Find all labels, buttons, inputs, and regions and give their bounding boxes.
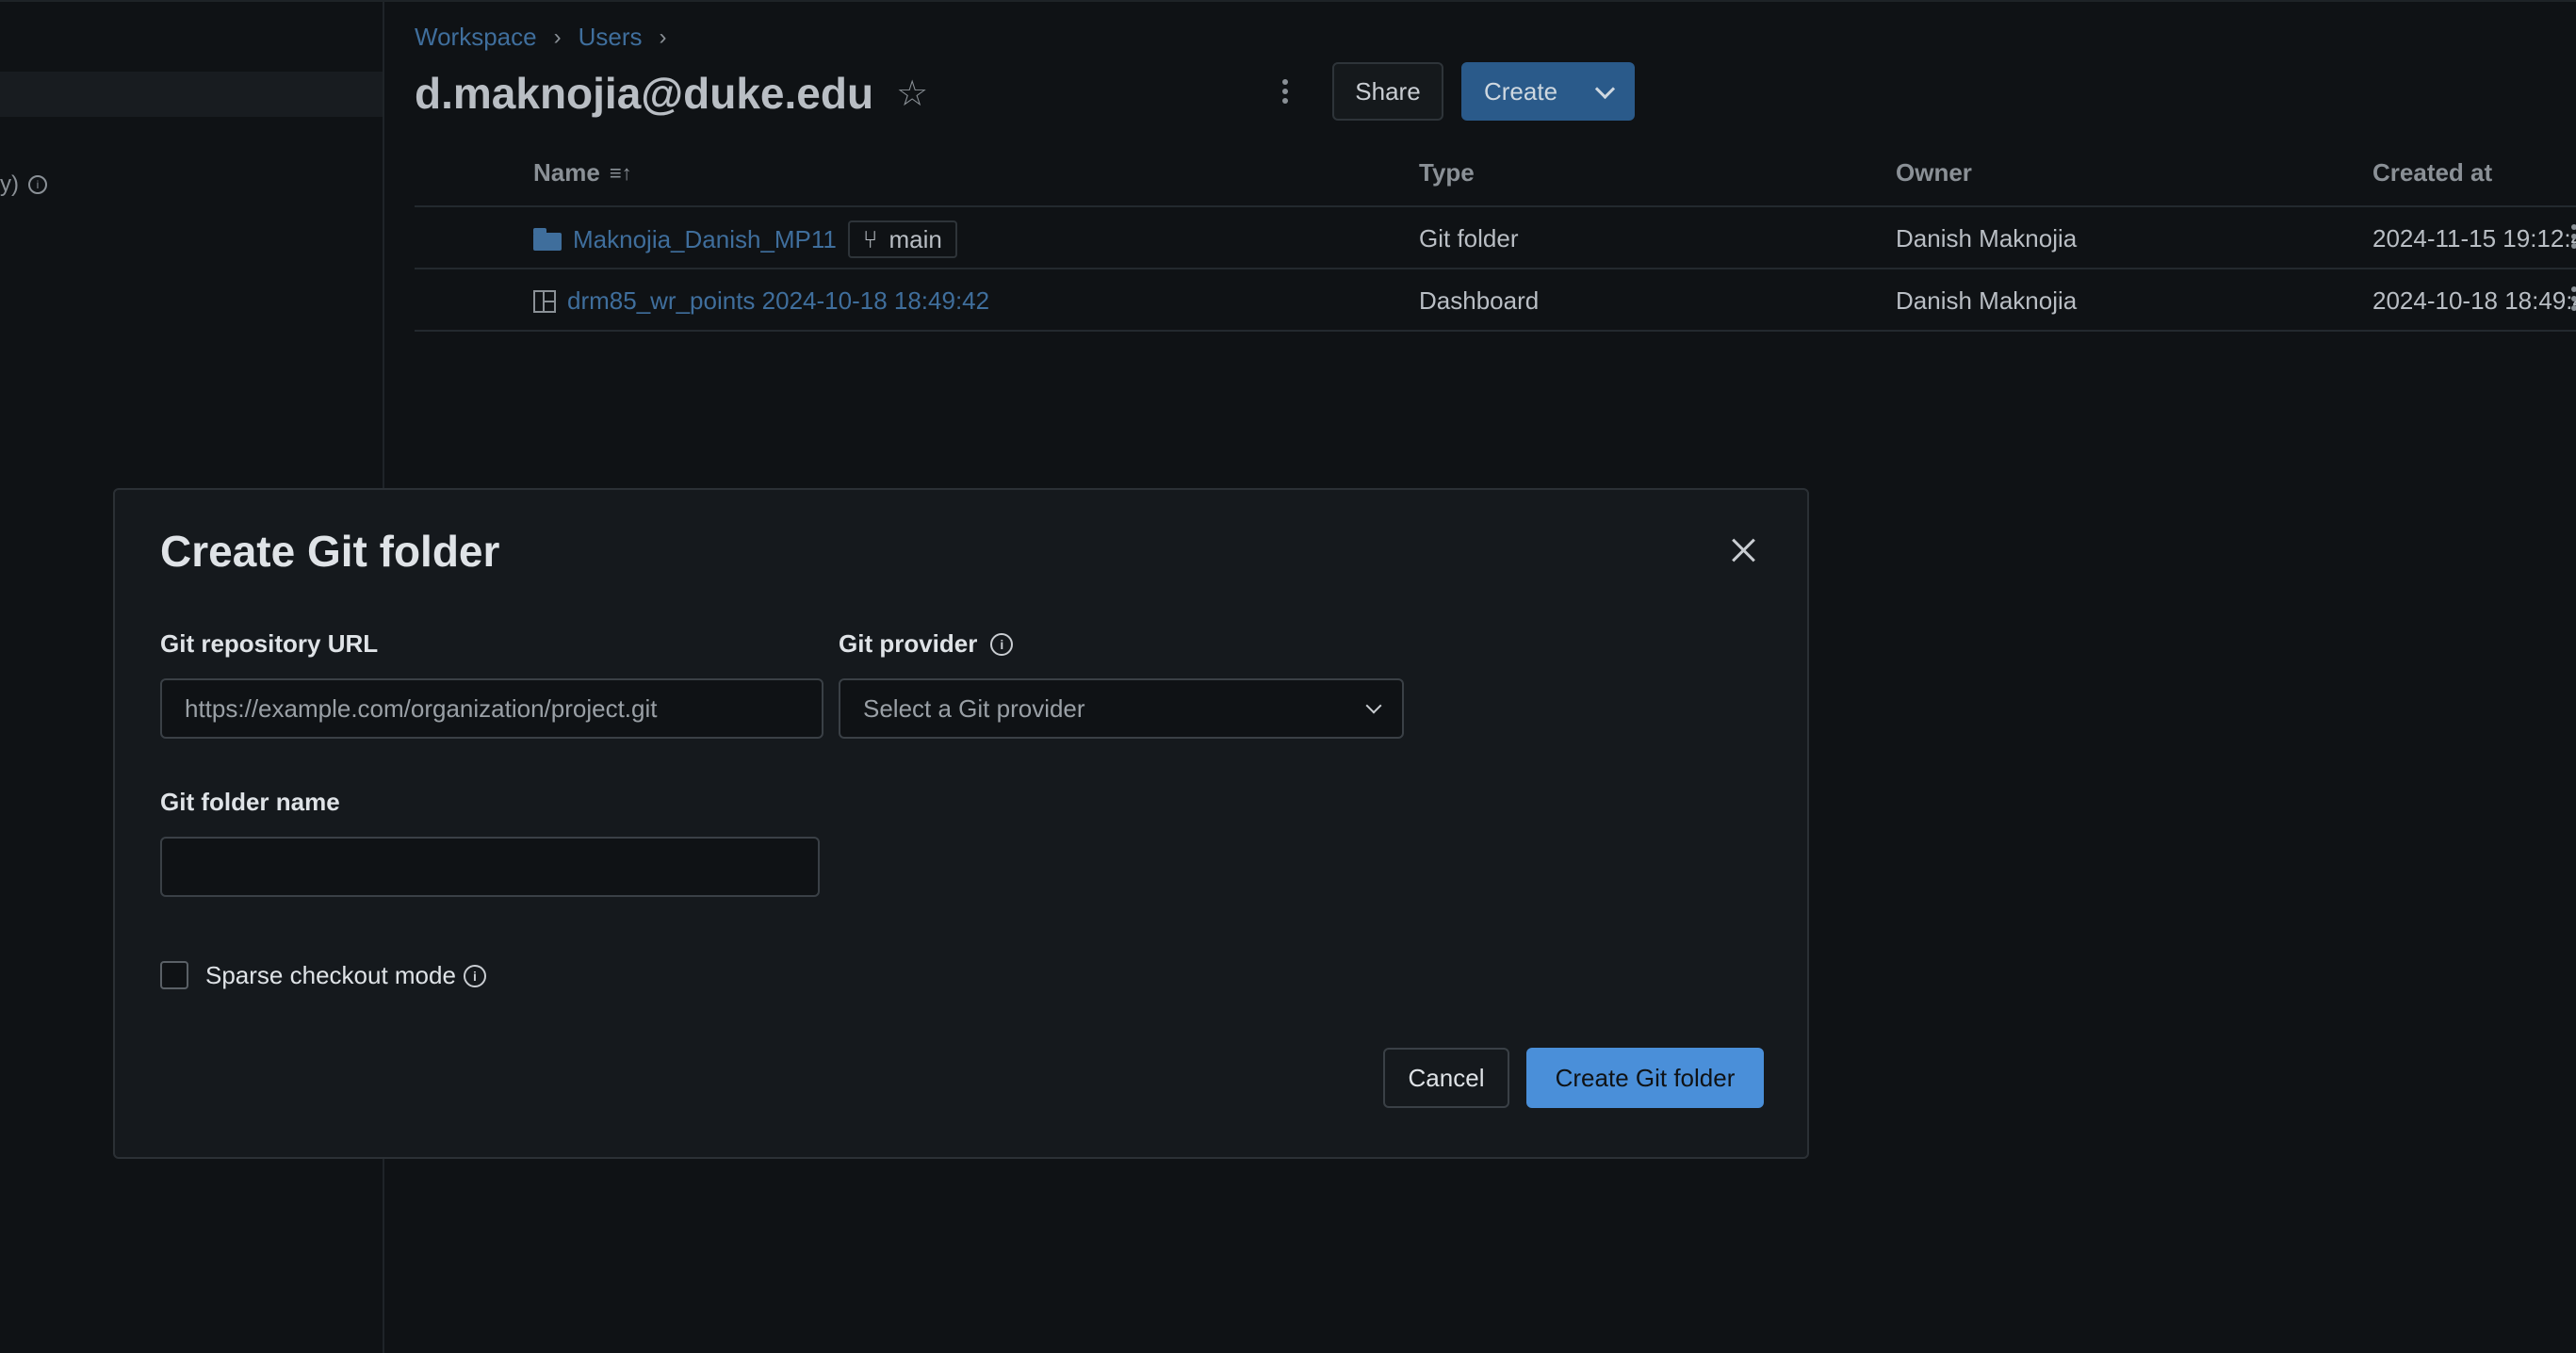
row-more-options-icon[interactable] <box>2570 283 2576 315</box>
row-more-options-icon[interactable] <box>2570 220 2576 253</box>
share-button[interactable]: Share <box>1332 62 1443 121</box>
page-title: d.maknojia@duke.edu <box>415 69 874 118</box>
sidebar-item-partial[interactable]: y) i <box>0 171 47 198</box>
sidebar-selected-item[interactable] <box>0 72 383 117</box>
row-owner-cell: Danish Maknojia <box>1896 224 2078 253</box>
sparse-checkout-label-text: Sparse checkout mode <box>205 961 456 989</box>
sparse-checkout-label[interactable]: Sparse checkout mode i <box>205 961 486 990</box>
branch-name: main <box>889 224 942 253</box>
dashboard-icon <box>533 289 556 313</box>
dialog-title: Create Git folder <box>160 527 500 576</box>
git-folder-icon <box>533 228 562 251</box>
title-row: d.maknojia@duke.edu ☆ <box>415 68 928 119</box>
chevron-down-icon <box>1365 697 1382 714</box>
branch-icon: ⑂ <box>862 224 878 253</box>
file-table: Name ≡↑ Type Owner Created at Maknojia_D… <box>415 143 2576 332</box>
row-created-cell: 2024-10-18 18:49:43 <box>2372 286 2576 315</box>
chevron-down-icon <box>1594 78 1616 99</box>
provider-select-value: Select a Git provider <box>863 693 1085 723</box>
folder-name-input[interactable] <box>160 837 820 897</box>
column-name[interactable]: Name ≡↑ <box>533 158 632 187</box>
star-icon[interactable]: ☆ <box>896 73 928 115</box>
repo-url-label-text: Git repository URL <box>160 629 379 658</box>
row-type-cell: Dashboard <box>1419 286 1540 315</box>
provider-select[interactable]: Select a Git provider <box>839 678 1404 739</box>
sparse-checkout-checkbox[interactable] <box>160 961 188 989</box>
breadcrumb-workspace[interactable]: Workspace <box>415 23 537 52</box>
sort-ascending-icon[interactable]: ≡↑ <box>610 161 632 186</box>
close-icon[interactable] <box>1728 535 1758 565</box>
cancel-button[interactable]: Cancel <box>1383 1048 1509 1108</box>
create-button-label: Create <box>1484 76 1558 106</box>
row-name-link[interactable]: drm85_wr_points 2024-10-18 18:49:42 <box>567 286 989 316</box>
repo-url-label: Git repository URL <box>160 629 378 659</box>
column-created-at[interactable]: Created at <box>2372 158 2492 187</box>
folder-name-label-text: Git folder name <box>160 788 340 816</box>
chevron-right-icon: › <box>553 24 562 50</box>
chevron-right-icon: › <box>659 24 667 50</box>
breadcrumb-users[interactable]: Users <box>579 23 643 52</box>
info-icon[interactable]: i <box>990 632 1014 656</box>
table-row[interactable]: drm85_wr_points 2024-10-18 18:49:42 Dash… <box>415 269 2576 332</box>
create-button[interactable]: Create <box>1461 62 1635 121</box>
row-owner-cell: Danish Maknojia <box>1896 286 2078 315</box>
create-git-folder-button[interactable]: Create Git folder <box>1526 1048 1764 1108</box>
row-name-cell: drm85_wr_points 2024-10-18 18:49:42 <box>533 286 989 316</box>
provider-label-text: Git provider <box>839 629 978 658</box>
row-type-cell: Git folder <box>1419 224 1519 253</box>
folder-name-label: Git folder name <box>160 788 340 817</box>
column-name-label: Name <box>533 158 600 187</box>
column-type[interactable]: Type <box>1419 158 1475 187</box>
info-icon: i <box>28 175 47 194</box>
repo-url-input[interactable] <box>160 678 823 739</box>
column-owner[interactable]: Owner <box>1896 158 1972 187</box>
create-git-folder-dialog: Create Git folder Git repository URL Git… <box>113 488 1809 1159</box>
info-icon[interactable]: i <box>463 964 486 987</box>
row-created-cell: 2024-11-15 19:12:49 <box>2372 224 2576 253</box>
breadcrumb: Workspace › Users › <box>415 23 666 52</box>
row-name-cell: Maknojia_Danish_MP11 ⑂ main <box>533 220 957 258</box>
sidebar-item-label: y) <box>0 171 19 197</box>
row-name-link[interactable]: Maknojia_Danish_MP11 <box>573 225 837 254</box>
table-row[interactable]: Maknojia_Danish_MP11 ⑂ main Git folder D… <box>415 207 2576 269</box>
branch-badge[interactable]: ⑂ main <box>847 220 957 258</box>
more-options-icon[interactable] <box>1281 75 1289 107</box>
table-header: Name ≡↑ Type Owner Created at <box>415 143 2576 207</box>
provider-label: Git provider i <box>839 629 1014 659</box>
